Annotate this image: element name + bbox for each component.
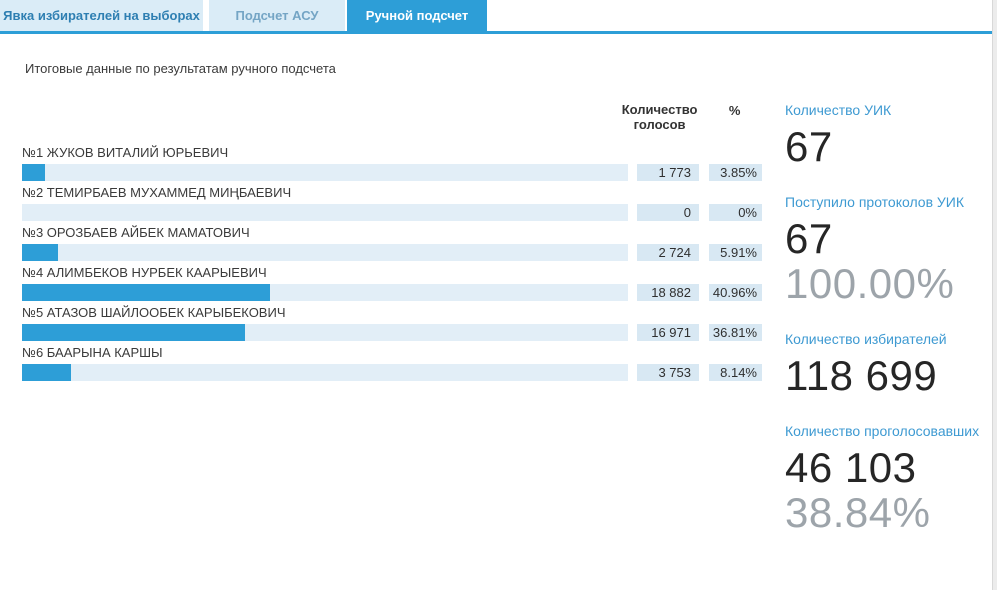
vote-bar-track xyxy=(22,244,628,261)
stat-label: Количество проголосовавших xyxy=(785,423,990,439)
vote-bar-track xyxy=(22,364,628,381)
percent-value: 0% xyxy=(709,204,762,221)
row-bar-line: 0 0% xyxy=(22,204,762,221)
stat-percent: 100.00% xyxy=(785,261,990,306)
tab-manual-count[interactable]: Ручной подсчет xyxy=(347,0,487,31)
votes-value: 3 753 xyxy=(637,364,699,381)
percent-column-header: % xyxy=(707,102,762,132)
stat-number: 118 699 xyxy=(785,353,990,398)
vote-bar-track xyxy=(22,204,628,221)
stat-number: 46 103 xyxy=(785,445,990,490)
percent-value: 40.96% xyxy=(709,284,762,301)
main-content: Количество голосов % №1 ЖУКОВ ВИТАЛИЙ ЮР… xyxy=(0,102,992,590)
tabs-bar: Явка избирателей на выборах Подсчет АСУ … xyxy=(0,0,992,31)
votes-value: 16 971 xyxy=(637,324,699,341)
stat-number: 67 xyxy=(785,216,990,261)
candidate-name: №5 АТАЗОВ ШАЙЛООБЕК КАРЫБЕКОВИЧ xyxy=(22,305,762,321)
percent-value: 5.91% xyxy=(709,244,762,261)
tab-voter-turnout[interactable]: Явка избирателей на выборах xyxy=(0,0,203,31)
stat-label: Поступило протоколов УИК xyxy=(785,194,990,210)
percent-value: 36.81% xyxy=(709,324,762,341)
page-title: Итоговые данные по результатам ручного п… xyxy=(25,61,992,76)
row-bar-line: 2 724 5.91% xyxy=(22,244,762,261)
table-row: №6 БААРЫНА КАРШЫ 3 753 8.14% xyxy=(22,345,762,381)
tab-asu-count[interactable]: Подсчет АСУ xyxy=(209,0,345,31)
stat-group: Количество избирателей 118 699 xyxy=(785,331,990,398)
votes-column-header: Количество голосов xyxy=(618,102,701,132)
candidate-name: №6 БААРЫНА КАРШЫ xyxy=(22,345,762,361)
table-row: №2 ТЕМИРБАЕВ МУХАММЕД МИҢБАЕВИЧ 0 0% xyxy=(22,185,762,221)
row-bar-line: 1 773 3.85% xyxy=(22,164,762,181)
stat-label: Количество избирателей xyxy=(785,331,990,347)
manual-count-page: Явка избирателей на выборах Подсчет АСУ … xyxy=(0,0,993,590)
votes-value: 18 882 xyxy=(637,284,699,301)
percent-value: 3.85% xyxy=(709,164,762,181)
stat-group: Поступило протоколов УИК 67100.00% xyxy=(785,194,990,306)
chart-header: Количество голосов % xyxy=(618,102,762,132)
votes-value: 2 724 xyxy=(637,244,699,261)
vote-bar-fill xyxy=(22,284,270,301)
table-row: №1 ЖУКОВ ВИТАЛИЙ ЮРЬЕВИЧ 1 773 3.85% xyxy=(22,145,762,181)
stats-panel: Количество УИК 67 Поступило протоколов У… xyxy=(785,102,990,560)
row-bar-line: 18 882 40.96% xyxy=(22,284,762,301)
stat-group: Количество проголосовавших 46 10338.84% xyxy=(785,423,990,535)
row-bar-line: 3 753 8.14% xyxy=(22,364,762,381)
candidate-name: №2 ТЕМИРБАЕВ МУХАММЕД МИҢБАЕВИЧ xyxy=(22,185,762,201)
results-chart: Количество голосов % №1 ЖУКОВ ВИТАЛИЙ ЮР… xyxy=(22,102,762,560)
row-bar-line: 16 971 36.81% xyxy=(22,324,762,341)
vote-bar-fill xyxy=(22,244,58,261)
vote-bar-fill xyxy=(22,324,245,341)
vote-bar-track xyxy=(22,324,628,341)
candidate-name: №1 ЖУКОВ ВИТАЛИЙ ЮРЬЕВИЧ xyxy=(22,145,762,161)
percent-value: 8.14% xyxy=(709,364,762,381)
candidate-rows: №1 ЖУКОВ ВИТАЛИЙ ЮРЬЕВИЧ 1 773 3.85% №2 … xyxy=(22,145,762,381)
active-tab-underline xyxy=(0,31,992,34)
candidate-name: №4 АЛИМБЕКОВ НУРБЕК КААРЫЕВИЧ xyxy=(22,265,762,281)
votes-value: 1 773 xyxy=(637,164,699,181)
vote-bar-track xyxy=(22,284,628,301)
table-row: №4 АЛИМБЕКОВ НУРБЕК КААРЫЕВИЧ 18 882 40.… xyxy=(22,265,762,301)
stat-group: Количество УИК 67 xyxy=(785,102,990,169)
candidate-name: №3 ОРОЗБАЕВ АЙБЕК МАМАТОВИЧ xyxy=(22,225,762,241)
vote-bar-track xyxy=(22,164,628,181)
table-row: №3 ОРОЗБАЕВ АЙБЕК МАМАТОВИЧ 2 724 5.91% xyxy=(22,225,762,261)
stat-number: 67 xyxy=(785,124,990,169)
stat-percent: 38.84% xyxy=(785,490,990,535)
stat-label: Количество УИК xyxy=(785,102,990,118)
table-row: №5 АТАЗОВ ШАЙЛООБЕК КАРЫБЕКОВИЧ 16 971 3… xyxy=(22,305,762,341)
vote-bar-fill xyxy=(22,364,71,381)
vote-bar-fill xyxy=(22,164,45,181)
votes-value: 0 xyxy=(637,204,699,221)
